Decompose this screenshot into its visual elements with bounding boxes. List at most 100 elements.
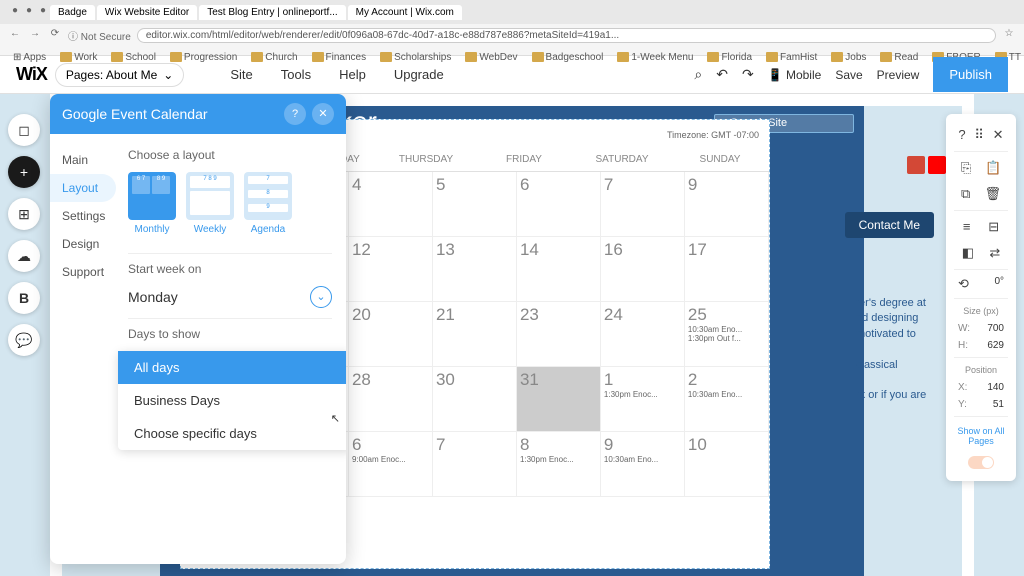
close-icon[interactable]: ✕ [993, 127, 1004, 143]
browser-tab[interactable]: Test Blog Entry | onlineportf... [199, 5, 345, 20]
paste-icon[interactable]: 📋 [985, 160, 1001, 176]
panel-nav-support[interactable]: Support [50, 258, 122, 286]
save-button[interactable]: Save [835, 68, 862, 82]
calendar-cell[interactable]: 13 [433, 237, 517, 302]
calendar-cell[interactable]: 6 [517, 172, 601, 237]
contact-button[interactable]: Contact Me [845, 212, 934, 238]
dropdown-option-specific-days[interactable]: Choose specific days [118, 417, 346, 450]
bookmark-folder[interactable]: Work [55, 51, 102, 64]
dropdown-option-all-days[interactable]: All days [118, 351, 346, 384]
calendar-cell[interactable]: 4 [349, 172, 433, 237]
calendar-cell[interactable]: 210:30am Eno... [685, 367, 769, 432]
calendar-cell[interactable]: 5 [433, 172, 517, 237]
show-all-toggle[interactable] [968, 456, 994, 469]
bookmark-folder[interactable]: Church [246, 51, 302, 64]
align-icon[interactable]: ≡ [963, 219, 971, 235]
x-value[interactable]: 140 [987, 382, 1004, 393]
layout-weekly[interactable]: 7 8 9 Weekly [186, 172, 234, 235]
panel-nav-main[interactable]: Main [50, 146, 122, 174]
calendar-cell[interactable]: 16 [601, 237, 685, 302]
google-plus-icon[interactable] [907, 156, 925, 174]
copy-icon[interactable]: ⎘ [961, 160, 971, 176]
panel-close-icon[interactable]: ✕ [312, 103, 334, 125]
menu-help[interactable]: Help [329, 63, 376, 86]
distribute-icon[interactable]: ⊟ [988, 219, 999, 235]
mac-max[interactable]: ● [36, 5, 50, 19]
calendar-cell[interactable]: 2510:30am Eno...1:30pm Out f... [685, 302, 769, 367]
apps-button[interactable]: ⊞ Apps [8, 51, 51, 64]
bookmark-folder[interactable]: Progression [165, 51, 242, 64]
pages-dropdown[interactable]: Pages: About Me ⌄ [55, 63, 184, 87]
calendar-cell[interactable]: 69:00am Enoc... [349, 432, 433, 497]
search-icon[interactable]: ⌕ [694, 66, 702, 83]
calendar-cell[interactable]: 9 [685, 172, 769, 237]
panel-nav-settings[interactable]: Settings [50, 202, 122, 230]
calendar-cell[interactable]: 7 [433, 432, 517, 497]
drag-icon[interactable]: ⠿ [974, 127, 984, 143]
help-icon[interactable]: ? [958, 127, 965, 143]
chat-button[interactable]: 💬 [8, 324, 40, 356]
address-bar[interactable]: editor.wix.com/html/editor/web/renderer/… [137, 28, 996, 43]
width-value[interactable]: 700 [987, 323, 1004, 334]
back-icon[interactable]: ← [8, 28, 22, 42]
calendar-cell[interactable]: 17 [685, 237, 769, 302]
calendar-cell[interactable]: 30 [433, 367, 517, 432]
calendar-cell[interactable]: 23 [517, 302, 601, 367]
rotate-icon[interactable]: ⟲ [958, 276, 969, 292]
calendar-cell[interactable]: 12 [349, 237, 433, 302]
calendar-cell[interactable]: 81:30pm Enoc... [517, 432, 601, 497]
undo-icon[interactable]: ↶ [716, 66, 728, 83]
dropdown-option-business-days[interactable]: Business Days↖ [118, 384, 346, 417]
add-element-button[interactable]: + [8, 156, 40, 188]
wix-logo[interactable]: WiX [16, 64, 47, 85]
reload-icon[interactable]: ⟳ [48, 28, 62, 42]
panel-nav-layout[interactable]: Layout [50, 174, 116, 202]
panel-nav-design[interactable]: Design [50, 230, 122, 258]
preview-button[interactable]: Preview [877, 68, 920, 82]
bookmark-folder[interactable]: Scholarships [375, 51, 456, 64]
calendar-cell[interactable]: 21 [433, 302, 517, 367]
forward-icon[interactable]: → [28, 28, 42, 42]
browser-tab[interactable]: My Account | Wix.com [348, 5, 462, 20]
layout-monthly[interactable]: 6 78 9 Monthly [128, 172, 176, 235]
layout-agenda[interactable]: 789 Agenda [244, 172, 292, 235]
star-icon[interactable]: ☆ [1002, 28, 1016, 42]
calendar-cell[interactable]: 7 [601, 172, 685, 237]
menu-upgrade[interactable]: Upgrade [384, 63, 454, 86]
mac-min[interactable]: ● [22, 5, 36, 19]
uploads-button[interactable]: ☁ [8, 240, 40, 272]
menu-tools[interactable]: Tools [271, 63, 321, 86]
duplicate-icon[interactable]: ⧉ [961, 186, 970, 202]
youtube-icon[interactable] [928, 156, 946, 174]
panel-help-icon[interactable]: ? [284, 103, 306, 125]
delete-icon[interactable]: 🗑 [984, 186, 1001, 202]
menu-site[interactable]: Site [220, 63, 262, 86]
bookmark-folder[interactable]: Finances [307, 51, 372, 64]
calendar-cell[interactable]: 11:30pm Enoc... [601, 367, 685, 432]
add-section-button[interactable]: ◻ [8, 114, 40, 146]
calendar-cell[interactable]: 14 [517, 237, 601, 302]
app-market-button[interactable]: ⊞ [8, 198, 40, 230]
mobile-button[interactable]: 📱 Mobile [768, 68, 822, 82]
start-week-dropdown[interactable]: Monday ⌄ [128, 286, 332, 308]
flip-icon[interactable]: ⇄ [989, 245, 1000, 261]
bookmark-folder[interactable]: School [106, 51, 161, 64]
bookmark-folder[interactable]: 1-Week Menu [612, 51, 698, 64]
bookings-button[interactable]: B [8, 282, 40, 314]
calendar-cell[interactable]: 31 [517, 367, 601, 432]
calendar-cell[interactable]: 10 [685, 432, 769, 497]
show-on-all-pages[interactable]: Show on All Pages [954, 420, 1008, 452]
y-value[interactable]: 51 [993, 399, 1004, 410]
height-value[interactable]: 629 [987, 340, 1004, 351]
publish-button[interactable]: Publish [933, 57, 1008, 92]
browser-tab[interactable]: Badge [50, 5, 95, 20]
calendar-cell[interactable]: 24 [601, 302, 685, 367]
redo-icon[interactable]: ↷ [742, 66, 754, 83]
browser-tab[interactable]: Wix Website Editor [97, 5, 197, 20]
calendar-cell[interactable]: 28 [349, 367, 433, 432]
bookmark-folder[interactable]: Badgeschool [527, 51, 609, 64]
mac-close[interactable]: ● [8, 5, 22, 19]
calendar-cell[interactable]: 910:30am Eno... [601, 432, 685, 497]
arrange-icon[interactable]: ◧ [962, 245, 974, 261]
bookmark-folder[interactable]: WebDev [460, 51, 522, 64]
